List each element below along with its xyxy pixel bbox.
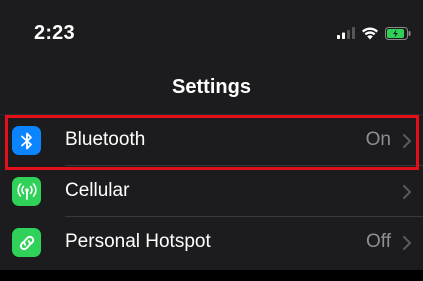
settings-row-label: Personal Hotspot (65, 231, 211, 252)
navigation-bar: Settings (0, 64, 423, 115)
wifi-icon (362, 27, 378, 40)
signal-icon (337, 27, 355, 39)
settings-list: Bluetooth On Cellular Personal Hotspot O… (0, 115, 423, 268)
status-bar: 2:23 (0, 0, 423, 64)
hotspot-link-icon (12, 228, 41, 257)
settings-row-value: On (365, 129, 391, 150)
bluetooth-icon (12, 126, 41, 155)
chevron-right-icon (403, 236, 411, 250)
chevron-right-icon (403, 134, 411, 148)
settings-row-label: Bluetooth (65, 129, 146, 150)
status-time: 2:23 (34, 22, 75, 44)
page-title: Settings (172, 76, 251, 98)
settings-row-bluetooth[interactable]: Bluetooth On (0, 115, 423, 166)
settings-screen: 2:23 Settings Bluetooth On Cellular Pers… (0, 0, 423, 281)
settings-row-cellular[interactable]: Cellular (0, 166, 423, 217)
settings-row-personal-hotspot[interactable]: Personal Hotspot Off (0, 217, 423, 268)
status-icons (337, 26, 411, 40)
settings-row-label: Cellular (65, 180, 130, 201)
settings-row-value: Off (366, 231, 391, 252)
antenna-icon (12, 177, 41, 206)
bottom-edge (0, 270, 423, 281)
chevron-right-icon (403, 185, 411, 199)
battery-charging-icon (385, 26, 411, 40)
